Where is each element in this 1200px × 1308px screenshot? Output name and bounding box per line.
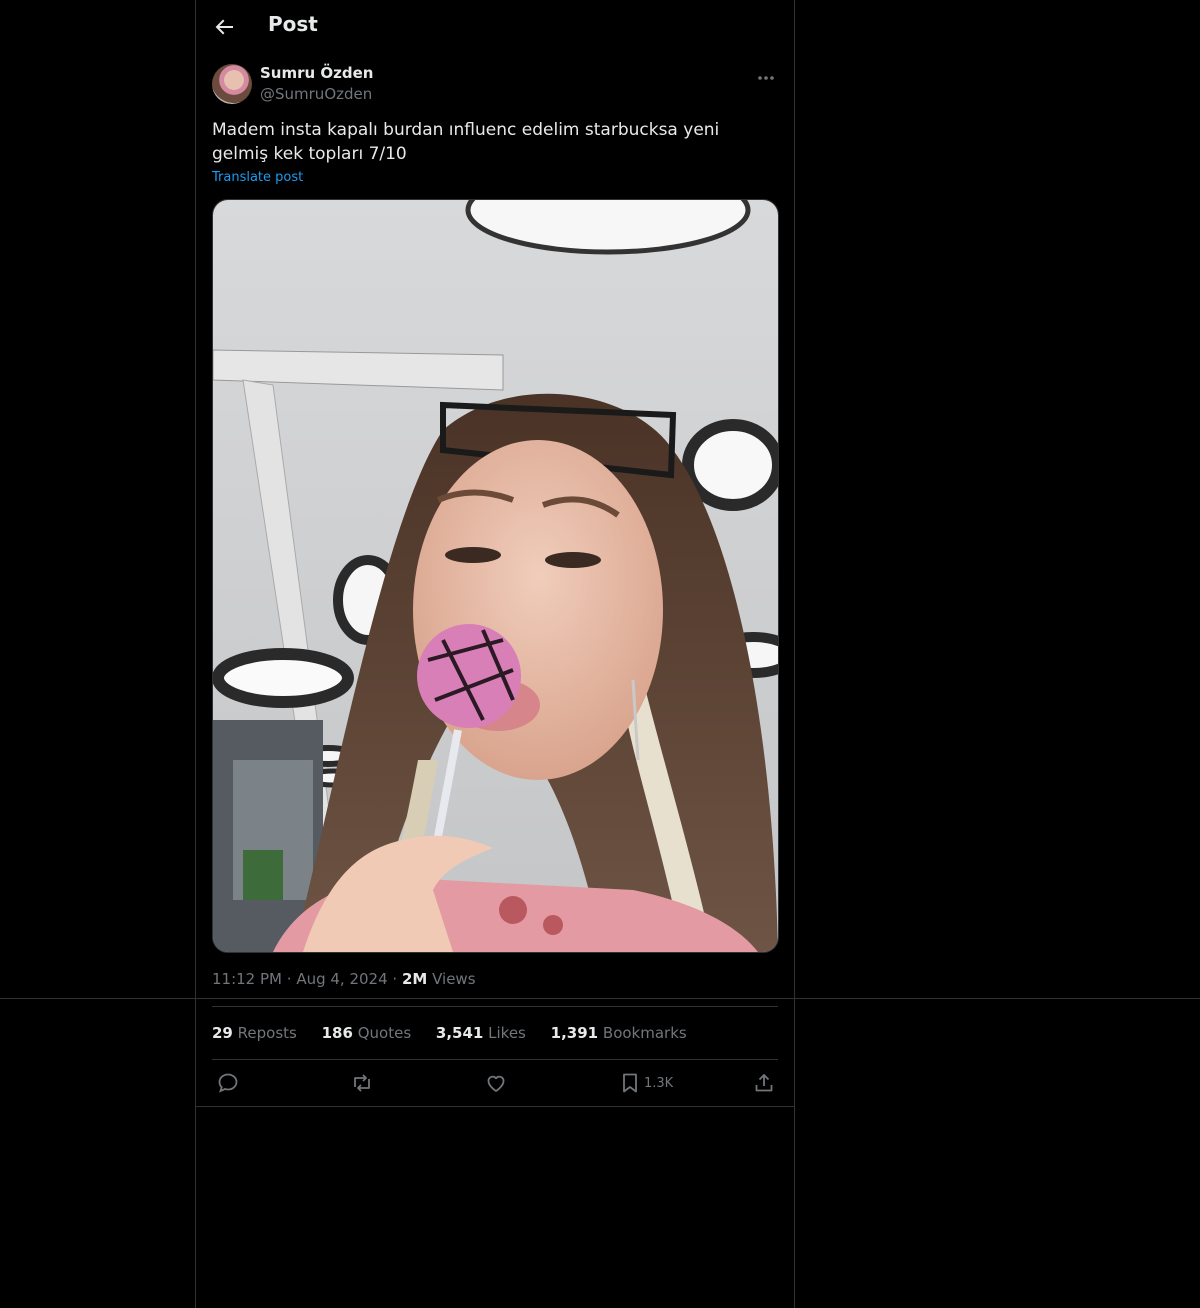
post-text: Madem insta kapalı burdan ınfluenc edeli…	[212, 120, 720, 164]
meta-separator: ·	[392, 970, 402, 988]
likes-label: Likes	[488, 1024, 526, 1042]
page-title: Post	[268, 12, 318, 36]
action-bar: 1.3K	[212, 1068, 778, 1100]
reply-icon	[218, 1073, 238, 1093]
divider	[196, 1106, 794, 1107]
divider	[212, 1006, 778, 1007]
author-name[interactable]: Sumru Özden	[260, 64, 373, 82]
more-horizontal-icon	[758, 76, 774, 80]
post-date[interactable]: Aug 4, 2024	[296, 970, 387, 988]
quotes-label: Quotes	[357, 1024, 412, 1042]
divider	[212, 1059, 778, 1060]
bookmarks-label: Bookmarks	[602, 1024, 687, 1042]
share-button[interactable]	[752, 1071, 776, 1095]
likes-count: 3,541	[435, 1024, 484, 1042]
bookmarks-stat[interactable]: 1,391 Bookmarks	[551, 1024, 687, 1042]
post-meta: 11:12 PM · Aug 4, 2024 · 2M Views	[212, 970, 476, 988]
heart-icon	[487, 1075, 505, 1092]
repost-button[interactable]	[350, 1071, 374, 1095]
divider	[0, 998, 1200, 999]
share-icon	[755, 1074, 773, 1092]
post-author: Sumru Özden @SumruOzden	[212, 64, 778, 108]
bookmark-icon	[623, 1073, 637, 1093]
quotes-stat[interactable]: 186 Quotes	[322, 1024, 412, 1042]
reposts-stat[interactable]: 29 Reposts	[212, 1024, 297, 1042]
post-time[interactable]: 11:12 PM	[212, 970, 282, 988]
quotes-count: 186	[321, 1024, 353, 1042]
reposts-label: Reposts	[237, 1024, 297, 1042]
post-photo[interactable]	[212, 199, 779, 953]
views-count: 2M	[401, 970, 428, 988]
like-button[interactable]	[484, 1071, 508, 1095]
avatar[interactable]	[212, 64, 252, 104]
repost-icon	[354, 1074, 370, 1092]
reposts-count: 29	[212, 1024, 233, 1042]
likes-stat[interactable]: 3,541 Likes	[436, 1024, 526, 1042]
meta-separator: ·	[286, 970, 297, 988]
bookmarks-count: 1,391	[550, 1024, 599, 1042]
more-options-button[interactable]	[754, 66, 778, 86]
author-handle[interactable]: @SumruOzden	[260, 85, 372, 103]
arrow-left-icon	[215, 19, 233, 35]
back-button[interactable]	[212, 15, 236, 39]
bookmark-count: 1.3K	[644, 1076, 674, 1091]
top-bar: Post	[196, 0, 794, 54]
engagement-stats: 29 Reposts 186 Quotes 3,541 Likes 1,391 …	[212, 1024, 707, 1042]
selfie-photo-illustration	[213, 200, 778, 952]
reply-button[interactable]	[216, 1071, 240, 1095]
bookmark-button[interactable]	[618, 1071, 642, 1095]
post-column: Post Sumru Özden @SumruOzden Madem insta…	[195, 0, 795, 1308]
views-label: Views	[432, 970, 476, 988]
translate-post-link[interactable]: Translate post	[212, 170, 303, 185]
